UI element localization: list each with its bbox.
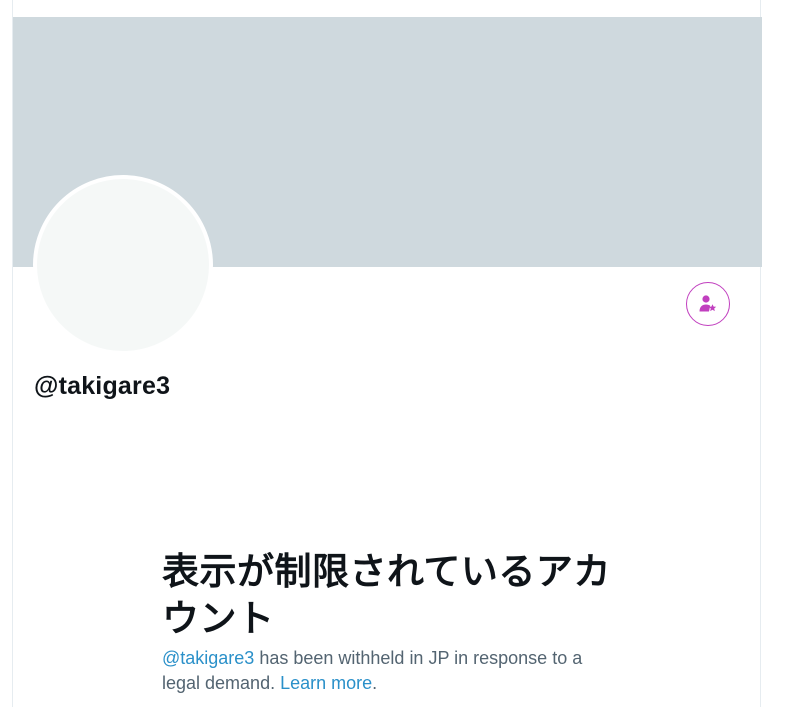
profile-handle: @takigare3	[34, 372, 171, 400]
follow-button[interactable]	[686, 282, 730, 326]
withheld-notice: 表示が制限されているアカウント @takigare3 has been with…	[162, 548, 612, 696]
withheld-message: @takigare3 has been withheld in JP in re…	[162, 646, 612, 696]
learn-more-link[interactable]: Learn more	[280, 673, 372, 693]
profile-page: @takigare3 表示が制限されているアカウント @takigare3 ha…	[0, 0, 785, 707]
avatar	[33, 175, 213, 355]
end-punctuation: .	[372, 673, 378, 693]
profile-column: @takigare3 表示が制限されているアカウント @takigare3 ha…	[12, 0, 762, 707]
person-star-icon	[697, 293, 719, 315]
withheld-title: 表示が制限されているアカウント	[162, 550, 611, 640]
handle-link[interactable]: @takigare3	[162, 648, 254, 668]
